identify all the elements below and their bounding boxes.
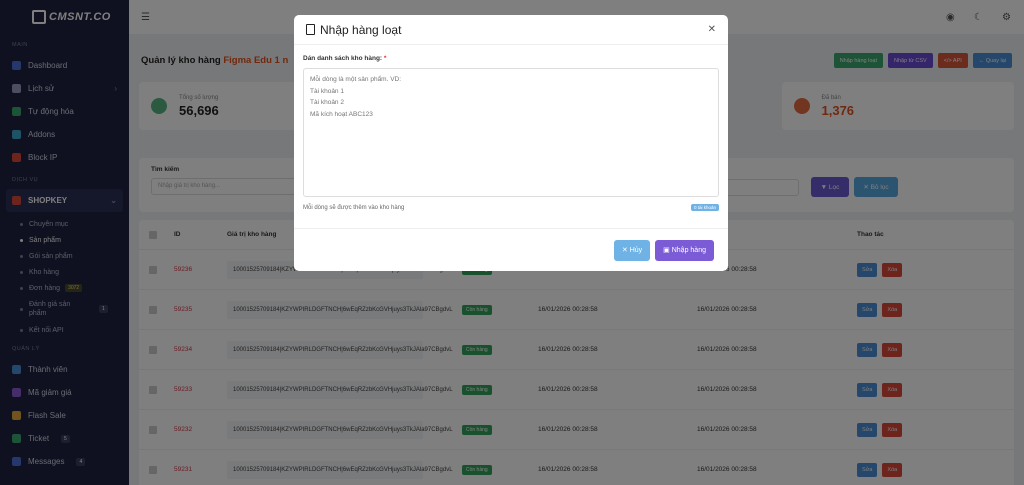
- inventory-textarea[interactable]: [303, 68, 719, 197]
- field-label-text: Dán danh sách kho hàng:: [303, 55, 383, 62]
- modal-header: Nhập hàng loạt ✕: [294, 15, 728, 45]
- close-icon[interactable]: ✕: [708, 24, 716, 35]
- file-import-icon: [306, 24, 315, 35]
- modal-title: Nhập hàng loạt: [320, 22, 402, 37]
- submit-import-button[interactable]: ▣ Nhập hàng: [655, 239, 714, 261]
- cancel-button[interactable]: ✕ Hủy: [613, 239, 651, 261]
- modal-body: Dán danh sách kho hàng: * Mỗi dòng sẽ đư…: [294, 45, 728, 221]
- save-icon: ▣: [663, 247, 672, 254]
- count-badge: 0 tài khoản: [690, 204, 719, 211]
- help-text: Mỗi dòng sẽ được thêm vào kho hàng: [303, 204, 405, 211]
- modal-footer: ✕ Hủy ▣ Nhập hàng: [294, 228, 728, 271]
- submit-label: Nhập hàng: [671, 246, 706, 254]
- required-mark: *: [383, 55, 387, 62]
- help-row: Mỗi dòng sẽ được thêm vào kho hàng 0 tài…: [303, 204, 719, 211]
- field-label: Dán danh sách kho hàng: *: [303, 55, 719, 62]
- bulk-import-modal: Nhập hàng loạt ✕ Dán danh sách kho hàng:…: [294, 15, 728, 271]
